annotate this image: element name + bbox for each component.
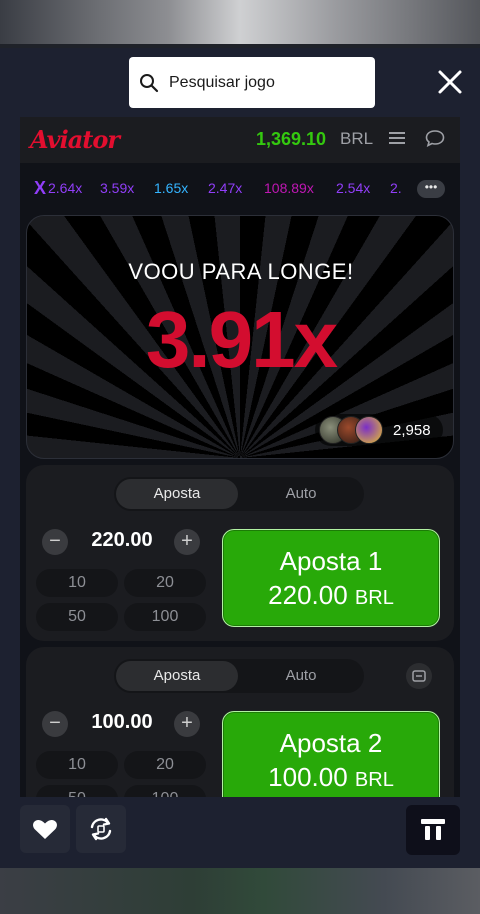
bet-button-currency: BRL	[354, 769, 394, 791]
balance-currency: BRL	[340, 129, 374, 148]
tab-auto[interactable]: Auto	[240, 661, 362, 691]
game-icon	[421, 819, 445, 840]
place-bet-1-button[interactable]: Aposta 1 220.00 BRL	[222, 529, 440, 627]
favorite-button[interactable]	[20, 805, 70, 853]
remove-bet-panel-button[interactable]	[406, 663, 432, 689]
quick-amount-button[interactable]: 50	[36, 603, 118, 631]
increase-button[interactable]: +	[174, 711, 200, 737]
bet-amount-stepper: − 100.00 +	[36, 707, 206, 743]
search-input[interactable]: Pesquisar jogo	[129, 57, 375, 108]
increase-button[interactable]: +	[174, 529, 200, 555]
quick-amount-button[interactable]: 100	[124, 603, 206, 631]
flew-away-message: VOOU PARA LONGE!	[128, 259, 354, 284]
bet-amount[interactable]: 220.00	[72, 529, 172, 552]
quick-amount-button[interactable]: 50	[36, 785, 118, 797]
bottom-toolbar	[0, 797, 480, 868]
history-item[interactable]: 2.64x	[48, 180, 82, 196]
tab-aposta[interactable]: Aposta	[116, 479, 238, 509]
game-topbar: Aviator 1,369.10 BRL	[20, 117, 460, 163]
history-item[interactable]: 108.89x	[264, 180, 314, 196]
minus-box-icon	[412, 670, 426, 682]
bet-panel-1: Aposta Auto − 220.00 + 10 20 50 100 Apos…	[26, 465, 454, 641]
bet-button-amount: 220.00	[268, 580, 348, 610]
history-x-icon: X	[34, 178, 47, 198]
bet-button-amount: 100.00	[268, 762, 348, 792]
quick-amount-button[interactable]: 100	[124, 785, 206, 797]
history-more-button[interactable]: •••	[417, 180, 445, 198]
reload-button[interactable]	[76, 805, 126, 853]
background-blur-top	[0, 0, 480, 48]
bet-button-currency: BRL	[354, 587, 394, 609]
balance-amount: 1,369.10	[256, 129, 327, 149]
background-blur-bottom	[0, 868, 480, 914]
game-mode-button[interactable]	[406, 805, 460, 855]
bet-button-amount-line: 220.00 BRL	[223, 580, 439, 611]
current-multiplier: 3.91x	[145, 295, 338, 384]
game-stage: VOOU PARA LONGE! 3.91x 2,958	[26, 215, 454, 459]
quick-amount-button[interactable]: 10	[36, 751, 118, 779]
refresh-icon	[90, 817, 112, 841]
quick-amount-button[interactable]: 20	[124, 569, 206, 597]
aviator-logo: Aviator	[30, 125, 120, 154]
avatar	[355, 416, 383, 444]
history-item[interactable]: 2.47x	[208, 180, 242, 196]
quick-amount-button[interactable]: 20	[124, 751, 206, 779]
bet-amount-stepper: − 220.00 +	[36, 525, 206, 561]
history-item[interactable]: 2.54x	[336, 180, 370, 196]
players-count: 2,958	[393, 422, 431, 439]
history-item[interactable]: 3.59x	[100, 180, 134, 196]
tab-auto[interactable]: Auto	[240, 479, 362, 509]
bet-button-title: Aposta 1	[279, 546, 383, 576]
players-indicator: 2,958	[315, 414, 443, 446]
bet-mode-tabs: Aposta Auto	[114, 659, 364, 693]
search-icon	[140, 73, 159, 92]
bet-mode-tabs: Aposta Auto	[114, 477, 364, 511]
place-bet-2-button[interactable]: Aposta 2 100.00 BRL	[222, 711, 440, 797]
history-item[interactable]: 1.65x	[154, 180, 188, 196]
decrease-button[interactable]: −	[42, 529, 68, 555]
menu-icon[interactable]	[389, 131, 405, 145]
bet-button-amount-line: 100.00 BRL	[223, 762, 439, 793]
search-placeholder: Pesquisar jogo	[169, 73, 275, 91]
quick-amount-button[interactable]: 10	[36, 569, 118, 597]
bet-button-title: Aposta 2	[279, 728, 383, 758]
tab-aposta[interactable]: Aposta	[116, 661, 238, 691]
chat-icon[interactable]	[425, 129, 445, 147]
bet-amount[interactable]: 100.00	[72, 711, 172, 734]
bet-panel-2: Aposta Auto − 100.00 + 10 20 50 100 Apos…	[26, 647, 454, 797]
aviator-game: Aviator 1,369.10 BRL X 2.64x 3.59x 1.65x…	[20, 117, 460, 797]
history-item[interactable]: 2.	[390, 180, 402, 196]
heart-icon	[33, 819, 57, 839]
decrease-button[interactable]: −	[42, 711, 68, 737]
close-icon[interactable]	[436, 68, 464, 96]
multiplier-history: X 2.64x 3.59x 1.65x 2.47x 108.89x 2.54x …	[20, 172, 460, 204]
